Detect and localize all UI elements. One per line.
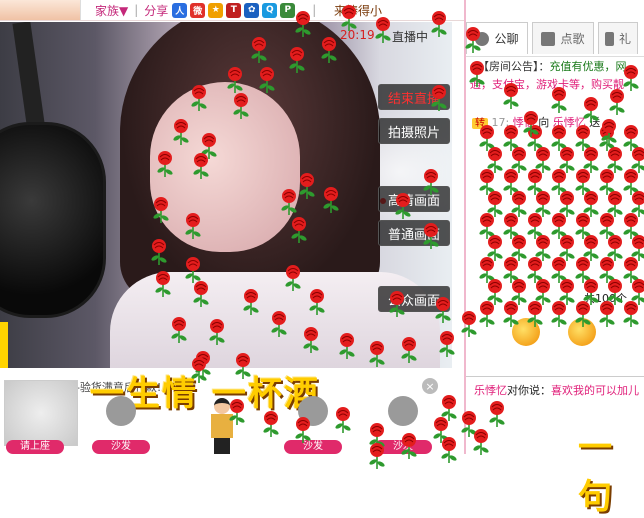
toolbar-separator: |: [134, 3, 139, 17]
column-divider: [464, 0, 466, 454]
chat-log[interactable]: 【房间公告】：充值有优惠，网 通，支付宝，游戏卡等，购买靓 转 17: 悸忆 向…: [470, 56, 642, 376]
chat-tabs: 公聊 点歌 礼: [466, 22, 644, 57]
star-icon[interactable]: ★: [208, 2, 224, 18]
game-icon[interactable]: T: [226, 2, 242, 18]
gift-icon: [605, 31, 614, 46]
room-notice-cont: 通，支付宝，游戏卡等，购买靓: [470, 78, 624, 91]
weibo-icon[interactable]: 微: [190, 2, 206, 18]
gift-message: 转 17: 悸忆 向 乐悸忆 送: [472, 114, 600, 132]
tab-public-chat[interactable]: 公聊: [466, 22, 528, 54]
share-icons: 人 微 ★ T ✿ Q P: [172, 2, 298, 18]
music-icon: [541, 31, 556, 46]
cartoon-figure: [208, 398, 236, 454]
share-label[interactable]: 分享: [144, 2, 168, 19]
tab-gift[interactable]: 礼: [598, 22, 638, 54]
paw-icon[interactable]: ✿: [244, 2, 260, 18]
rose-icon: [461, 411, 477, 437]
tab-song-request[interactable]: 点歌: [532, 22, 594, 54]
chat-divider: [466, 376, 644, 377]
seat-avatar: [298, 396, 328, 426]
rose-icon: [441, 395, 457, 421]
smile-emoji-icon: [568, 318, 596, 346]
rose-icon: [489, 401, 505, 427]
public-view-button[interactable]: 公众画面: [378, 286, 450, 312]
tencent-icon[interactable]: P: [280, 2, 296, 18]
side-strip: [0, 322, 8, 368]
qq-icon[interactable]: Q: [262, 2, 278, 18]
seat-label: 沙发: [92, 440, 150, 454]
seat-3[interactable]: 沙发: [284, 396, 342, 454]
emoji-icon: [512, 318, 540, 346]
chat-icon: [475, 31, 490, 46]
ad-close-button[interactable]: ×: [422, 378, 438, 394]
seat-label: 沙发: [284, 440, 342, 454]
microphone-stand: [12, 22, 46, 133]
rose-icon: [441, 437, 457, 463]
turn-badge: 转: [472, 118, 488, 129]
hd-view-button[interactable]: 高清画面: [378, 186, 450, 212]
anchor-avatar-thumbnail[interactable]: [0, 0, 81, 20]
seat-2[interactable]: 沙发: [92, 396, 150, 454]
microphone-pop-filter: [0, 122, 106, 318]
family-menu[interactable]: 家族▼: [95, 2, 128, 19]
user-link[interactable]: 悸忆: [513, 116, 535, 129]
room-notice: 【房间公告】：充值有优惠，网: [478, 60, 627, 73]
target-user-link[interactable]: 乐悸忆: [553, 116, 586, 129]
seat-label: 沙发: [374, 440, 432, 454]
end-live-button[interactable]: 结束直播: [378, 84, 450, 110]
song-lyric-next: 一句: [578, 428, 612, 517]
rose-icon: [433, 417, 449, 443]
rose-icon: [473, 429, 489, 455]
streamer-face: [150, 82, 300, 252]
profile-icon[interactable]: 人: [172, 2, 188, 18]
gift-total: 共100个: [584, 292, 627, 305]
seat-avatar: [388, 396, 418, 426]
seat-avatar: [106, 396, 136, 426]
fans-status-text: 来捧得小: [334, 4, 383, 18]
broadcast-status: 直播中: [392, 30, 429, 44]
normal-view-button[interactable]: 普通画面: [378, 220, 450, 246]
private-message: 乐悸忆对你说：喜欢我的可以加儿: [474, 384, 639, 397]
seat-1[interactable]: 请上座: [6, 396, 64, 454]
toolbar-separator-2: |: [312, 3, 317, 17]
seat-label: 请上座: [6, 440, 64, 454]
top-toolbar: 家族▼ | 分享 人 微 ★ T ✿ Q P |: [0, 0, 466, 21]
take-photo-button[interactable]: 拍摄照片: [378, 118, 450, 144]
seat-4[interactable]: 沙发: [374, 396, 432, 454]
live-time-text: 20:19: [340, 28, 375, 42]
speaker-link[interactable]: 乐悸忆: [474, 384, 507, 397]
